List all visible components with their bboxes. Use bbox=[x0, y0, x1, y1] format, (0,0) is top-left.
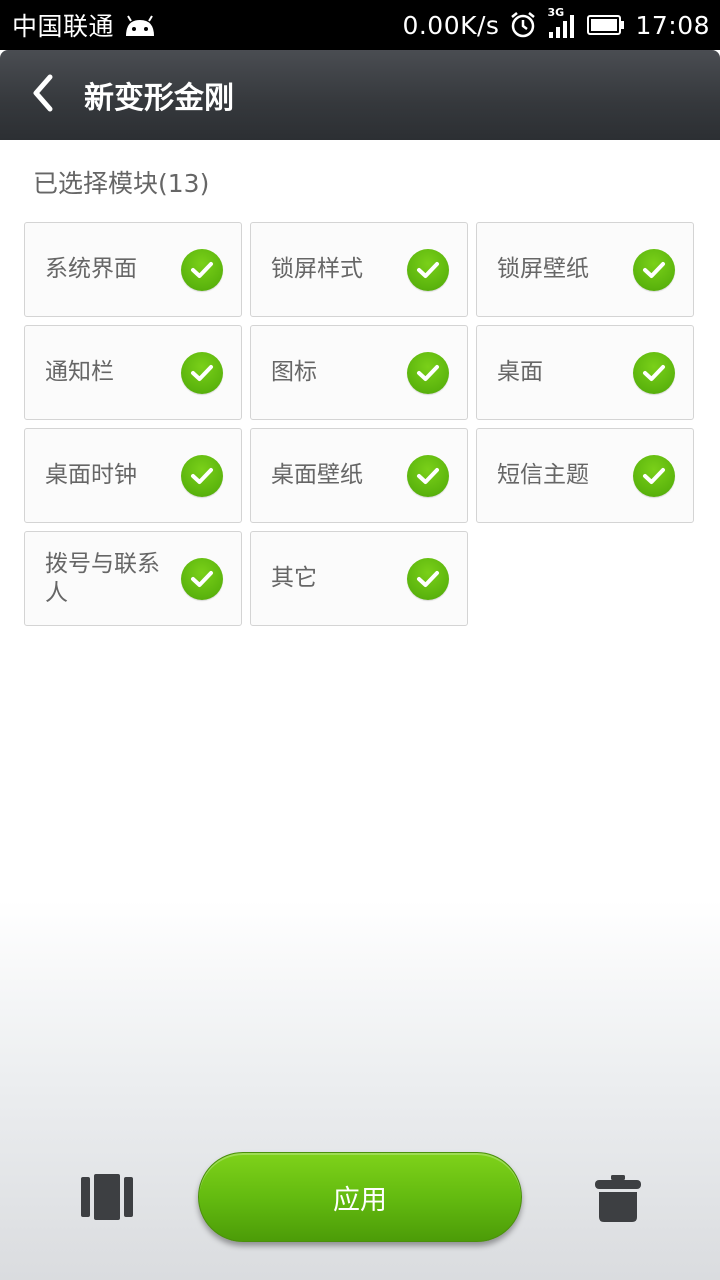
delete-button[interactable] bbox=[584, 1170, 652, 1230]
back-button[interactable] bbox=[8, 50, 78, 140]
module-tile-desktop-clock[interactable]: 桌面时钟 bbox=[24, 428, 242, 523]
module-label: 桌面壁纸 bbox=[271, 462, 363, 488]
checkmark-icon bbox=[633, 248, 675, 291]
bottom-action-bar: 应用 bbox=[0, 1140, 720, 1260]
module-label: 其它 bbox=[271, 565, 317, 591]
module-tile-desktop[interactable]: 桌面 bbox=[476, 325, 694, 420]
module-label: 系统界面 bbox=[45, 256, 137, 282]
module-tile-lockscreen-wallpaper[interactable]: 锁屏壁纸 bbox=[476, 222, 694, 317]
module-tile-desktop-wallpaper[interactable]: 桌面壁纸 bbox=[250, 428, 468, 523]
module-label: 锁屏壁纸 bbox=[497, 256, 589, 282]
module-tile-other[interactable]: 其它 bbox=[250, 531, 468, 626]
checkmark-icon bbox=[407, 454, 449, 497]
module-tile-icons[interactable]: 图标 bbox=[250, 325, 468, 420]
checkmark-icon bbox=[407, 557, 449, 600]
checkmark-icon bbox=[181, 351, 223, 394]
checkmark-icon bbox=[407, 351, 449, 394]
module-label: 锁屏样式 bbox=[271, 256, 363, 282]
signal-icon: 3G bbox=[547, 6, 577, 38]
checkmark-icon bbox=[181, 454, 223, 497]
title-bar: 新变形金刚 bbox=[0, 50, 720, 140]
module-label: 桌面时钟 bbox=[45, 462, 137, 488]
network-speed: 0.00K/s bbox=[402, 10, 500, 40]
checkmark-icon bbox=[633, 351, 675, 394]
preview-icon bbox=[81, 1174, 133, 1224]
page-title: 新变形金刚 bbox=[84, 81, 234, 116]
module-label: 通知栏 bbox=[45, 359, 114, 385]
status-bar: 中国联通 0.00K/s 3G 17:08 bbox=[0, 0, 720, 50]
preview-button[interactable] bbox=[72, 1168, 142, 1230]
checkmark-icon bbox=[633, 454, 675, 497]
android-icon bbox=[122, 12, 158, 38]
battery-icon bbox=[587, 14, 625, 36]
selected-modules-label: 已选择模块(13) bbox=[33, 169, 210, 198]
back-arrow-icon bbox=[28, 73, 58, 117]
checkmark-icon bbox=[181, 248, 223, 291]
module-label: 短信主题 bbox=[497, 462, 589, 488]
module-label: 桌面 bbox=[497, 359, 543, 385]
apply-button[interactable]: 应用 bbox=[198, 1152, 522, 1242]
module-tile-lockscreen-style[interactable]: 锁屏样式 bbox=[250, 222, 468, 317]
module-tile-sms-theme[interactable]: 短信主题 bbox=[476, 428, 694, 523]
trash-icon bbox=[593, 1173, 643, 1227]
module-tile-system-ui[interactable]: 系统界面 bbox=[24, 222, 242, 317]
checkmark-icon bbox=[181, 557, 223, 600]
alarm-icon bbox=[509, 11, 537, 39]
carrier-name: 中国联通 bbox=[12, 12, 115, 41]
module-grid: 系统界面 锁屏样式 锁屏壁纸 通知栏 图标 桌面 桌面时钟 桌面壁纸 短信主题 … bbox=[24, 222, 696, 626]
module-tile-dialer-contacts[interactable]: 拨号与联系人 bbox=[24, 531, 242, 626]
clock: 17:08 bbox=[635, 10, 710, 40]
module-tile-notification-bar[interactable]: 通知栏 bbox=[24, 325, 242, 420]
module-label: 图标 bbox=[271, 359, 317, 385]
module-label: 拨号与联系人 bbox=[45, 550, 160, 606]
network-type: 3G bbox=[547, 6, 565, 19]
checkmark-icon bbox=[407, 248, 449, 291]
